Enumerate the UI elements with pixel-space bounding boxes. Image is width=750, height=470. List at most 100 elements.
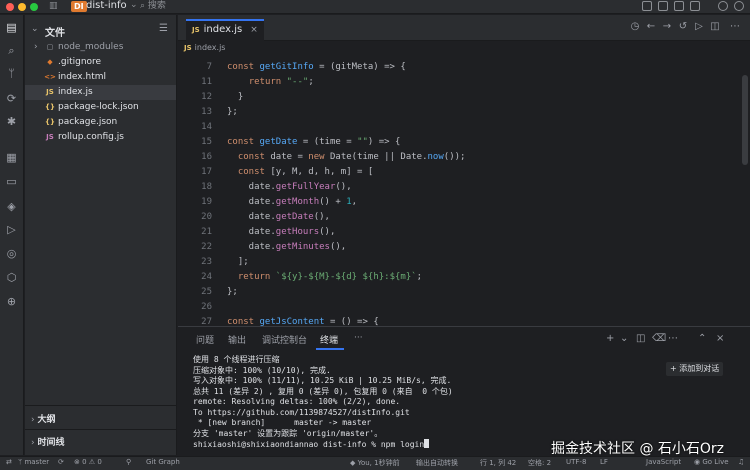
more-actions-icon[interactable]: ⋯ <box>668 333 678 344</box>
run-icon[interactable]: ▷ <box>5 223 18 236</box>
go-forward-icon[interactable]: → <box>662 22 672 32</box>
add-to-chat-button[interactable]: + 添加到对话 <box>666 362 724 376</box>
more-actions-icon[interactable]: ⋯ <box>730 22 740 32</box>
minimize-window-button[interactable] <box>18 3 26 11</box>
problems-status[interactable]: ⊗ 0 ⚠ 0 <box>74 458 102 466</box>
code-line[interactable]: const date = new Date(time || Date.now()… <box>227 151 466 164</box>
collapse-all-icon[interactable]: ☰ <box>159 23 168 34</box>
indentation-status[interactable]: 空格: 2 <box>528 458 551 468</box>
branch-status[interactable]: ᛘ master <box>18 458 49 466</box>
git-graph-button[interactable]: Git Graph <box>146 458 180 466</box>
code-line[interactable]: date.getDate(), <box>227 211 330 224</box>
maximize-window-button[interactable] <box>30 3 38 11</box>
tree-item[interactable]: JS index.js <box>25 85 176 100</box>
code-line[interactable]: return `${y}-${M}-${d} ${h}:${m}`; <box>227 271 422 284</box>
split-terminal-icon[interactable]: ◫ <box>636 333 645 344</box>
ports-icon[interactable]: ⚲ <box>126 458 131 466</box>
bottom-panel: 问题 输出 调试控制台 终端 ··· + ⌄ ◫ ⌫ ⋯ ⌃ × 使用 8 个线程进行压… <box>178 326 750 455</box>
close-icon[interactable]: × <box>250 25 258 35</box>
git-icon[interactable]: ◈ <box>5 200 18 213</box>
chevron-down-icon[interactable]: ⌄ <box>620 333 628 344</box>
project-name[interactable]: dist-info <box>86 0 127 12</box>
tree-item[interactable]: {} package.json <box>25 115 176 130</box>
layout-left-icon[interactable] <box>642 1 652 11</box>
tab-index-js[interactable]: JS index.js × <box>186 19 264 41</box>
breadcrumb[interactable]: JS index.js <box>184 43 225 52</box>
files-icon[interactable]: ▤ <box>5 21 18 34</box>
close-panel-icon[interactable]: × <box>716 333 724 344</box>
git-blame-status[interactable]: ◆ You, 1秒钟前 <box>350 458 400 468</box>
code-line[interactable]: }; <box>227 286 238 299</box>
folder-icon[interactable]: ▭ <box>5 175 18 188</box>
editor-scrollbar[interactable] <box>742 75 748 165</box>
panel-tab[interactable]: 问题 <box>196 333 214 346</box>
tree-item[interactable]: JS rollup.config.js <box>25 130 176 145</box>
breadcrumb-file: index.js <box>194 43 226 52</box>
notifications-icon[interactable]: ♫ <box>738 458 744 466</box>
debug-icon[interactable]: ✱ <box>5 115 18 128</box>
activity-bar: ▤ ⌕ ᛘ ⟳ ✱ ▦ ▭ ◈ ▷ ◎ ⬡ ⊕ <box>0 15 24 455</box>
remote-icon[interactable]: ⇄ <box>6 458 12 466</box>
chevron-down-icon[interactable]: ⌄ <box>31 24 39 34</box>
layout-right-icon[interactable] <box>674 1 684 11</box>
encoding-status[interactable]: UTF-8 <box>566 458 586 466</box>
chevron-down-icon[interactable]: ⌄ <box>130 0 138 10</box>
layout-custom-icon[interactable] <box>690 1 700 11</box>
eol-status[interactable]: LF <box>600 458 608 466</box>
package-icon[interactable]: ⬡ <box>5 271 18 284</box>
line-number: 24 <box>201 272 212 282</box>
code-line[interactable]: ]; <box>227 256 249 269</box>
deploy-icon[interactable]: ◎ <box>5 247 18 260</box>
panel-tab[interactable]: 终端 <box>320 333 338 346</box>
language-mode[interactable]: JavaScript <box>646 458 681 466</box>
code-line[interactable]: const getGitInfo = (gitMeta) => { <box>227 61 406 74</box>
tree-item[interactable]: ◆ .gitignore <box>25 55 176 70</box>
close-window-button[interactable] <box>6 3 14 11</box>
history-icon[interactable]: ↺ <box>678 22 688 32</box>
tree-item[interactable]: › ▢ node_modules <box>25 40 176 55</box>
go-back-icon[interactable]: ← <box>646 22 656 32</box>
search-input[interactable]: ⌕ 搜索 <box>140 0 166 12</box>
search-icon[interactable]: ⌕ <box>5 44 18 57</box>
code-line[interactable]: } <box>227 91 243 104</box>
timeline-section[interactable]: › 时间线 <box>31 435 64 448</box>
terminal-line: 使用 8 个线程进行压缩 <box>193 355 279 365</box>
tree-item[interactable]: <> index.html <box>25 70 176 85</box>
grid-icon[interactable]: ▦ <box>5 151 18 164</box>
split-editor-icon[interactable]: ◫ <box>710 22 720 32</box>
git-compare-icon[interactable]: ◷ <box>630 22 640 32</box>
sidebar-toggle-icon[interactable]: ▥ <box>49 1 58 11</box>
dependency-icon[interactable]: ⊕ <box>5 295 18 308</box>
outline-section[interactable]: › 大纲 <box>31 412 55 425</box>
add-terminal-icon[interactable]: + <box>606 333 614 344</box>
git-branch-icon[interactable]: ᛘ <box>5 67 18 80</box>
code-line[interactable]: }; <box>227 106 238 119</box>
code-line[interactable]: date.getMonth() + 1, <box>227 196 357 209</box>
sync-icon[interactable]: ⟳ <box>58 458 64 466</box>
code-line[interactable]: const [y, M, d, h, m] = [ <box>227 166 373 179</box>
trash-icon[interactable]: ⌫ <box>652 333 666 344</box>
panel-tab[interactable]: 输出 <box>228 333 246 346</box>
project-badge[interactable]: DI <box>71 1 87 12</box>
code-line[interactable]: date.getMinutes(), <box>227 241 347 254</box>
source-icon[interactable]: ⟳ <box>5 92 18 105</box>
code-line[interactable]: date.getFullYear(), <box>227 181 352 194</box>
settings-icon[interactable] <box>718 1 728 11</box>
tree-item-label: package-lock.json <box>58 102 139 112</box>
layout-bottom-icon[interactable] <box>658 1 668 11</box>
code-line[interactable]: return "--"; <box>227 76 314 89</box>
account-icon[interactable] <box>734 1 744 11</box>
run-icon[interactable]: ▷ <box>694 22 704 32</box>
panel-tab[interactable]: 调试控制台 <box>262 333 307 346</box>
code-line[interactable]: const getDate = (time = "") => { <box>227 136 400 149</box>
panel-tab[interactable]: ··· <box>354 333 363 343</box>
code-line[interactable]: date.getHours(), <box>227 226 336 239</box>
line-number: 11 <box>201 77 212 87</box>
search-placeholder: 搜索 <box>147 1 166 11</box>
go-live-button[interactable]: ◉ Go Live <box>694 458 729 466</box>
terminal-line: remote: Resolving deltas: 100% (2/2), do… <box>193 397 400 407</box>
tree-item[interactable]: {} package-lock.json <box>25 100 176 115</box>
maximize-panel-icon[interactable]: ⌃ <box>698 333 706 344</box>
cursor-position[interactable]: 行 1, 列 42 <box>480 458 516 468</box>
auto-convert-status[interactable]: 输出自动转换 <box>416 458 458 468</box>
